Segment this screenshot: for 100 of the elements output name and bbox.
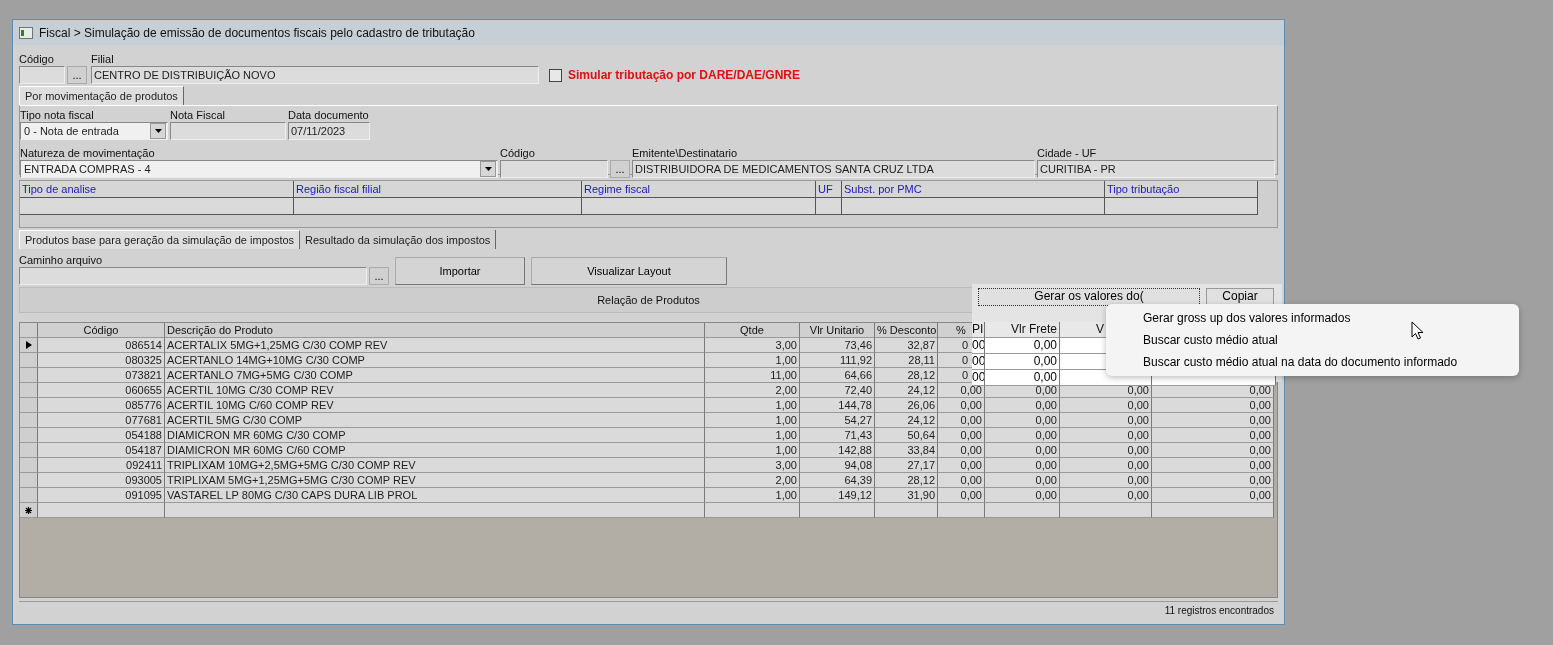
table-cell: 0,00 — [938, 443, 985, 458]
row-header[interactable] — [20, 503, 38, 518]
browse-button[interactable]: ... — [369, 267, 389, 285]
column-header: UF — [816, 181, 842, 198]
table-cell[interactable]: 0,00 — [985, 338, 1060, 354]
table-cell[interactable]: 00 — [972, 338, 985, 354]
table-cell: 144,78 — [800, 398, 875, 413]
table-cell: DIAMICRON MR 60MG C/60 COMP — [165, 443, 705, 458]
table-cell: 3,00 — [705, 458, 800, 473]
table-cell: 077681 — [38, 413, 165, 428]
table-cell: 2,00 — [705, 473, 800, 488]
field-label: Filial — [91, 52, 115, 66]
table-cell: TRIPLIXAM 5MG+1,25MG+5MG C/30 COMP REV — [165, 473, 705, 488]
table-cell: 085776 — [38, 398, 165, 413]
table-cell: 32,87 — [875, 338, 938, 353]
column-header: Subst. por PMC — [842, 181, 1105, 198]
table-cell: 0,00 — [1060, 443, 1152, 458]
table-cell: 1,00 — [705, 413, 800, 428]
tab[interactable]: Por movimentação de produtos — [19, 86, 184, 105]
file-path-field[interactable] — [19, 267, 367, 285]
dropdown[interactable]: 0 - Nota de entrada — [20, 122, 168, 140]
table-cell: 0,00 — [1152, 398, 1274, 413]
text-field[interactable]: CURITIBA - PR — [1037, 160, 1275, 178]
caret-icon — [484, 167, 492, 171]
tab[interactable]: Produtos base para geração da simulação de impostos — [19, 230, 301, 249]
table-cell: 0,00 — [985, 413, 1060, 428]
table-cell: 0,00 — [938, 473, 985, 488]
table-cell: 0,00 — [985, 488, 1060, 503]
menu-item[interactable]: Buscar custo médio atual na data do documento informado — [1106, 351, 1519, 373]
table-cell: 0,00 — [1152, 473, 1274, 488]
table-cell: ACERTANLO 14MG+10MG C/30 COMP — [165, 353, 705, 368]
table-cell: 111,92 — [800, 353, 875, 368]
table-cell: 28,12 — [875, 368, 938, 383]
text-field[interactable]: DISTRIBUIDORA DE MEDICAMENTOS SANTA CRUZ LTDA — [632, 160, 1035, 178]
table-cell: 0,00 — [985, 398, 1060, 413]
table-cell[interactable]: 0,00 — [985, 370, 1060, 386]
table-cell: 060655 — [38, 383, 165, 398]
table-cell[interactable]: 00 — [972, 354, 985, 370]
table-cell[interactable]: 00 — [972, 370, 985, 386]
code-field[interactable] — [500, 160, 608, 178]
table-cell: ACERTIL 10MG C/60 COMP REV — [165, 398, 705, 413]
table-cell: ACERTANLO 7MG+5MG C/30 COMP — [165, 368, 705, 383]
table-cell: 11,00 — [705, 368, 800, 383]
table-cell: 0,00 — [938, 458, 985, 473]
column-header: Descrição do Produto — [165, 323, 705, 338]
table-cell: 0,00 — [985, 458, 1060, 473]
column-header: PI — [972, 322, 985, 338]
column-header: % Desconto — [875, 323, 938, 338]
branch-field[interactable]: CENTRO DE DISTRIBUIÇÃO NOVO — [91, 66, 539, 84]
table-cell: ACERTALIX 5MG+1,25MG C/30 COMP REV — [165, 338, 705, 353]
checkbox[interactable] — [549, 68, 562, 82]
column-header: Regime fiscal — [582, 181, 816, 198]
table-cell: 0,00 — [1060, 428, 1152, 443]
table-cell: 3,00 — [705, 338, 800, 353]
row-header[interactable] — [20, 338, 38, 353]
table-cell: 0,00 — [1152, 428, 1274, 443]
action-button[interactable]: Gerar os valores do( — [978, 288, 1200, 306]
grid-cell — [816, 198, 842, 215]
table-cell: 0,00 — [985, 443, 1060, 458]
field-label: Nota Fiscal — [170, 108, 227, 122]
table-cell: 31,90 — [875, 488, 938, 503]
table-cell: 091095 — [38, 488, 165, 503]
column-header: Região fiscal filial — [294, 181, 582, 198]
table-cell: 0,00 — [938, 398, 985, 413]
app-icon — [19, 26, 33, 39]
table-cell: ACERTIL 10MG C/30 COMP REV — [165, 383, 705, 398]
action-button[interactable]: Visualizar Layout — [531, 257, 727, 285]
table-cell: 2,00 — [705, 383, 800, 398]
table-cell: 0,00 — [1060, 458, 1152, 473]
field-label: Tipo nota fiscal — [20, 108, 95, 122]
lookup-button[interactable]: ... — [610, 160, 630, 178]
field-label: Caminho arquivo — [19, 253, 104, 267]
text-field[interactable]: 07/11/2023 — [288, 122, 370, 140]
column-header: Qtde — [705, 323, 800, 338]
table-cell: 28,11 — [875, 353, 938, 368]
text-field[interactable] — [170, 122, 286, 140]
code-field[interactable] — [19, 66, 65, 84]
lookup-button[interactable]: ... — [67, 66, 87, 84]
action-button[interactable]: Importar — [395, 257, 525, 285]
dropdown[interactable]: ENTRADA COMPRAS - 4 — [20, 160, 498, 178]
table-cell: 72,40 — [800, 383, 875, 398]
tab[interactable]: Resultado da simulação dos impostos — [300, 230, 497, 249]
table-cell: 093005 — [38, 473, 165, 488]
table-cell: 1,00 — [705, 428, 800, 443]
table-cell: 1,00 — [705, 488, 800, 503]
table-cell: DIAMICRON MR 60MG C/30 COMP — [165, 428, 705, 443]
column-header: Tipo tributação — [1105, 181, 1258, 198]
table-cell: 0,00 — [985, 473, 1060, 488]
table-cell: 54,27 — [800, 413, 875, 428]
table-cell[interactable]: 0,00 — [985, 354, 1060, 370]
pointer-icon — [1411, 321, 1424, 341]
window-title: Fiscal > Simulação de emissão de documentos fiscais pelo cadastro de tributação — [39, 25, 475, 40]
status-text: 11 registros encontrados — [1164, 604, 1274, 616]
column-header: Código — [38, 323, 165, 338]
table-cell: 0,00 — [1152, 458, 1274, 473]
table-cell: 149,12 — [800, 488, 875, 503]
table-cell: 092411 — [38, 458, 165, 473]
table-cell: 073821 — [38, 368, 165, 383]
table-cell: 0,00 — [1060, 488, 1152, 503]
column-header: Vlr Unitario — [800, 323, 875, 338]
